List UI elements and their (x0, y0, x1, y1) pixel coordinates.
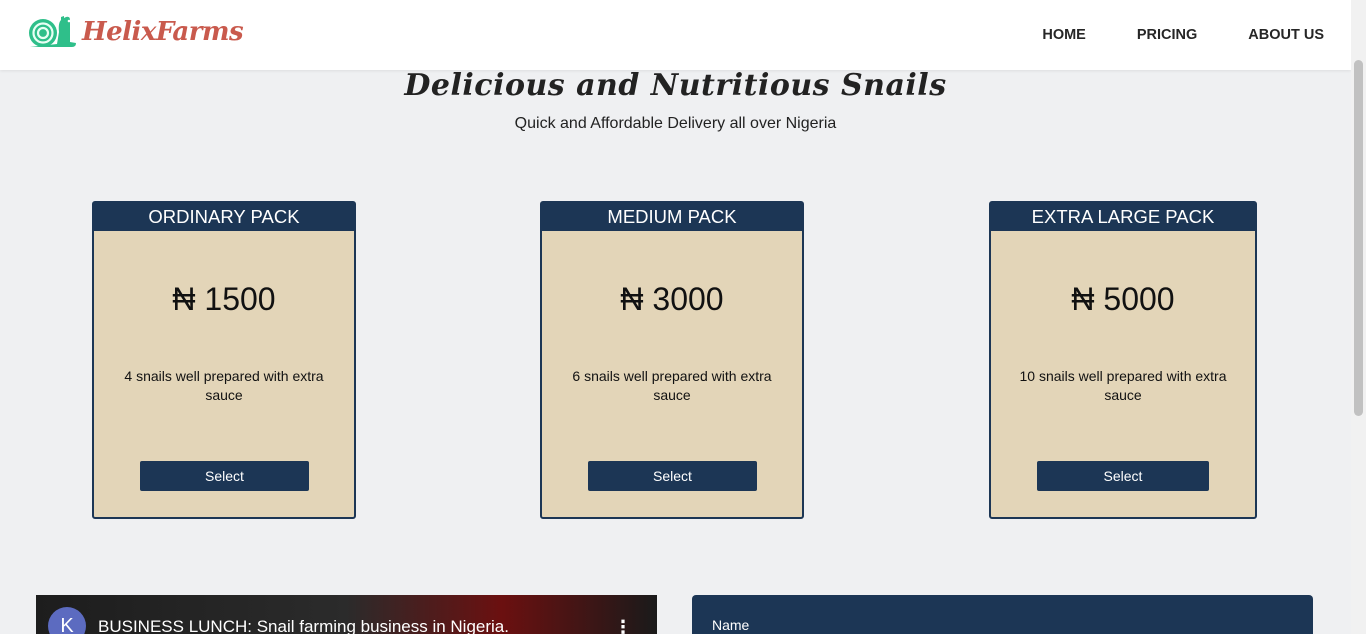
select-medium-button[interactable]: Select (588, 461, 757, 491)
channel-avatar[interactable]: K (48, 607, 86, 634)
snail-icon (29, 16, 76, 47)
hero-subtitle: Quick and Affordable Delivery all over N… (514, 115, 837, 132)
pricing-card-ordinary: ORDINARY PACK ₦ 1500 4 snails well prepa… (92, 201, 356, 519)
page-scrollbar[interactable] (1351, 0, 1366, 634)
plan-name: EXTRA LARGE PACK (991, 203, 1255, 231)
plan-name: MEDIUM PACK (542, 203, 802, 231)
brand-logo[interactable]: HelixFarms (26, 14, 244, 50)
more-vert-icon[interactable]: ⋮ (614, 617, 632, 634)
plan-name: ORDINARY PACK (94, 203, 354, 231)
page: HelixFarms HOME PRICING ABOUT US Delicio… (0, 0, 1366, 634)
select-ordinary-button[interactable]: Select (140, 461, 309, 491)
nav-pricing-link[interactable]: PRICING (1137, 27, 1197, 43)
scrollbar-thumb[interactable] (1354, 60, 1363, 416)
plan-description: 10 snails well prepared with extra sauce (1019, 368, 1227, 403)
plan-description: 6 snails well prepared with extra sauce (572, 368, 772, 403)
hero-title: Delicious and Nutritious Snails (404, 68, 947, 103)
name-field-label: Name (712, 617, 750, 633)
pricing-card-medium: MEDIUM PACK ₦ 3000 6 snails well prepare… (540, 201, 804, 519)
brand-name: HelixFarms (82, 17, 244, 47)
select-extra-large-button[interactable]: Select (1037, 461, 1209, 491)
pricing-card-extra-large: EXTRA LARGE PACK ₦ 5000 10 snails well p… (989, 201, 1257, 519)
video-title[interactable]: BUSINESS LUNCH: Snail farming business i… (98, 617, 509, 634)
main-nav: HOME PRICING ABOUT US (991, 0, 1324, 70)
nav-home-link[interactable]: HOME (1042, 27, 1086, 43)
order-form: Name (692, 595, 1313, 634)
site-header: HelixFarms HOME PRICING ABOUT US (0, 0, 1351, 70)
embedded-video[interactable]: K BUSINESS LUNCH: Snail farming business… (36, 595, 657, 634)
plan-price: ₦ 1500 (172, 281, 276, 317)
plan-price: ₦ 3000 (620, 281, 724, 317)
nav-about-link[interactable]: ABOUT US (1248, 27, 1324, 43)
plan-description: 4 snails well prepared with extra sauce (124, 368, 324, 403)
plan-price: ₦ 5000 (1071, 281, 1175, 317)
